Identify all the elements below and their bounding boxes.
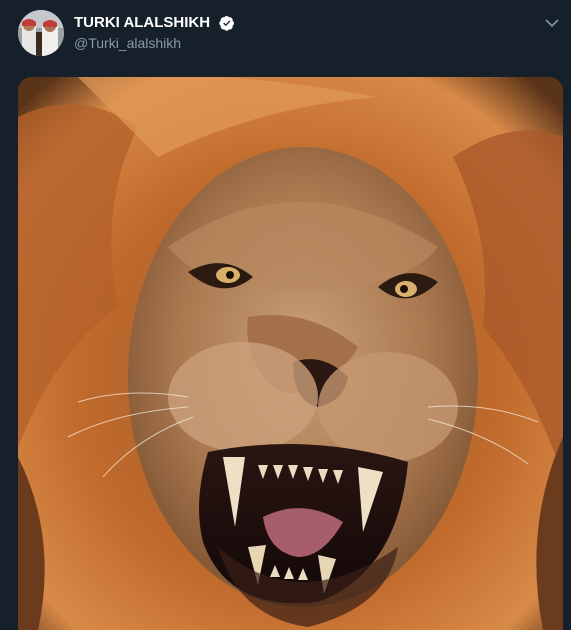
chevron-down-icon[interactable] <box>543 14 561 32</box>
avatar-photo-icon <box>18 10 64 56</box>
tweet-header: TURKI ALALSHIKH @Turki_alalshikh <box>18 10 561 60</box>
verified-badge-icon <box>218 15 234 31</box>
author-names: TURKI ALALSHIKH @Turki_alalshikh <box>74 14 235 51</box>
roaring-lion-photo <box>18 77 563 630</box>
avatar[interactable] <box>18 10 64 56</box>
display-name[interactable]: TURKI ALALSHIKH <box>74 14 210 31</box>
handle[interactable]: @Turki_alalshikh <box>74 35 235 51</box>
tweet: TURKI ALALSHIKH @Turki_alalshikh <box>0 0 571 630</box>
tweet-media[interactable] <box>18 77 563 630</box>
